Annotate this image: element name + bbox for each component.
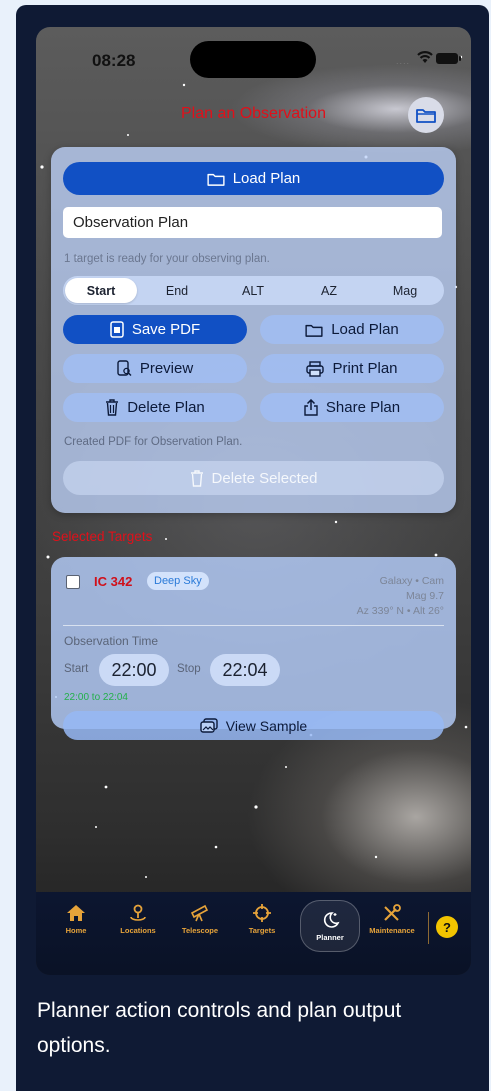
observation-time-label: Observation Time	[64, 634, 159, 648]
stop-time-picker[interactable]: 22:04	[210, 654, 280, 686]
share-plan-label: Share Plan	[325, 399, 401, 416]
target-card: IC 342 Deep Sky Galaxy • Cam Mag 9.7 Az …	[51, 557, 456, 740]
tab-maintenance-label: Maintenance	[369, 926, 415, 935]
tab-home[interactable]: Home	[48, 904, 104, 950]
telescope-icon	[190, 904, 209, 922]
tab-targets[interactable]: Targets	[234, 904, 290, 950]
target-position: Az 339° N • Alt 26°	[356, 605, 444, 617]
load-plan-button[interactable]: Load Plan	[260, 315, 444, 344]
sort-segmented-control: Start End ALT AZ Mag	[63, 276, 444, 305]
crosshair-icon	[253, 904, 271, 922]
view-sample-label: View Sample	[225, 717, 308, 734]
load-plan-primary-label: Load Plan	[232, 170, 301, 187]
dynamic-island	[190, 41, 316, 78]
stop-label: Stop	[177, 663, 201, 675]
tab-telescope-label: Telescope	[181, 926, 219, 935]
save-pdf-button[interactable]: Save PDF	[63, 315, 247, 344]
figure-caption: Planner action controls and plan output …	[37, 999, 402, 1057]
phone-screen: 08:28 .... Plan an Observation Load Plan…	[36, 27, 471, 975]
battery-icon	[436, 53, 461, 64]
screenshot-card: 08:28 .... Plan an Observation Load Plan…	[16, 5, 489, 1091]
sort-option-end[interactable]: End	[141, 278, 213, 303]
delete-plan-button[interactable]: Delete Plan	[63, 393, 247, 422]
tab-planner-label: Planner	[316, 932, 344, 942]
divider	[63, 625, 444, 626]
folder-icon	[416, 109, 436, 123]
open-plans-button[interactable]	[408, 97, 444, 133]
tab-locations[interactable]: Locations	[110, 904, 166, 950]
share-plan-button[interactable]: Share Plan	[260, 393, 444, 422]
delete-selected-label: Delete Selected	[211, 469, 318, 487]
save-pdf-label: Save PDF	[131, 321, 201, 338]
tools-icon	[384, 904, 401, 921]
load-plan-primary-button[interactable]: Load Plan	[63, 162, 444, 195]
start-label: Start	[64, 663, 89, 675]
location-pin-icon	[130, 904, 146, 921]
document-magnifier-icon	[117, 360, 132, 376]
target-select-checkbox[interactable]	[66, 575, 80, 589]
tab-home-label: Home	[65, 926, 87, 935]
page-title: Plan an Observation	[181, 105, 326, 122]
target-category-badge: Deep Sky	[147, 572, 209, 590]
selected-targets-heading: Selected Targets	[52, 529, 153, 544]
home-icon	[67, 905, 85, 921]
target-magnitude: Mag 9.7	[406, 590, 444, 602]
tab-targets-label: Targets	[248, 926, 276, 935]
load-plan-label: Load Plan	[331, 321, 399, 338]
folder-icon	[305, 324, 323, 337]
tab-separator	[428, 912, 429, 944]
trash-icon	[106, 399, 119, 416]
pdf-file-icon	[110, 321, 124, 338]
preview-label: Preview	[139, 360, 194, 377]
folder-icon	[207, 173, 225, 186]
tab-maintenance[interactable]: Maintenance	[364, 904, 420, 950]
view-sample-button[interactable]: View Sample	[63, 711, 444, 740]
delete-selected-button[interactable]: Delete Selected	[63, 461, 444, 495]
preview-button[interactable]: Preview	[63, 354, 247, 383]
status-time: 08:28	[92, 51, 136, 70]
share-icon	[304, 399, 318, 416]
sort-option-mag[interactable]: Mag	[369, 278, 441, 303]
plan-name-input[interactable]	[63, 207, 442, 238]
tab-telescope[interactable]: Telescope	[172, 904, 228, 950]
target-name: IC 342	[94, 574, 133, 589]
delete-plan-label: Delete Plan	[127, 399, 205, 416]
trash-icon	[190, 469, 203, 487]
print-plan-button[interactable]: Print Plan	[260, 354, 444, 383]
help-button[interactable]: ?	[436, 916, 458, 938]
time-range-text: 22:00 to 22:04	[64, 692, 128, 703]
created-status-text: Created PDF for Observation Plan.	[64, 436, 243, 448]
tab-planner[interactable]: Planner	[300, 900, 360, 952]
sort-option-start[interactable]: Start	[65, 278, 137, 303]
moon-icon	[323, 911, 340, 928]
plan-panel: Load Plan 1 target is ready for your obs…	[51, 147, 456, 513]
sort-option-az[interactable]: AZ	[293, 278, 365, 303]
print-plan-label: Print Plan	[332, 360, 398, 377]
tab-bar: Home Locations Telescope Targets Planner…	[36, 892, 471, 975]
tab-locations-label: Locations	[120, 926, 156, 935]
target-type: Galaxy • Cam	[379, 575, 444, 587]
signal-dots-icon: ....	[396, 56, 411, 66]
photo-gallery-icon	[200, 718, 218, 733]
status-indicators: ....	[396, 49, 466, 69]
sort-option-alt[interactable]: ALT	[217, 278, 289, 303]
printer-icon	[306, 360, 325, 377]
ready-status-text: 1 target is ready for your observing pla…	[64, 253, 270, 265]
start-time-picker[interactable]: 22:00	[99, 654, 169, 686]
wifi-icon	[417, 51, 433, 63]
target-info: Galaxy • Cam Mag 9.7 Az 339° N • Alt 26°	[357, 574, 444, 619]
